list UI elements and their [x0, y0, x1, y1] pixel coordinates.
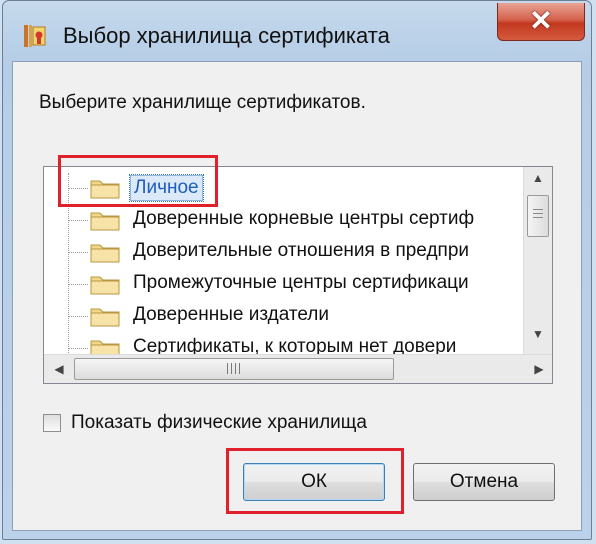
vertical-scrollbar[interactable]: ▲ ▼ — [523, 167, 552, 357]
dialog-content: Выберите хранилище сертификатов. Личное … — [12, 61, 582, 531]
vertical-scroll-thumb[interactable] — [527, 195, 549, 237]
scroll-left-arrow-icon[interactable]: ◀ — [46, 355, 72, 383]
close-button[interactable]: ✕ — [497, 3, 585, 41]
scroll-right-arrow-icon[interactable]: ▶ — [526, 355, 552, 383]
folder-icon — [90, 212, 120, 231]
title-bar[interactable]: Выбор хранилища сертификата ✕ — [3, 1, 591, 61]
horizontal-scroll-thumb[interactable] — [74, 358, 394, 380]
cancel-button[interactable]: Отмена — [413, 463, 555, 501]
close-icon: ✕ — [529, 5, 553, 36]
tree-item-label: Доверенные корневые центры сертиф — [133, 208, 475, 229]
tree-item-label: Доверенные издатели — [133, 304, 329, 325]
tree-item-label: Доверительные отношения в предпри — [133, 240, 470, 261]
horizontal-scrollbar[interactable]: ◀ ▶ — [44, 354, 552, 383]
checkbox-label: Показать физические хранилища — [71, 412, 367, 433]
tree-item-label: Личное — [129, 174, 204, 202]
folder-icon — [90, 180, 120, 199]
dialog-window: Выбор хранилища сертификата ✕ Выберите х… — [2, 0, 592, 540]
instruction-text: Выберите хранилище сертификатов. — [39, 92, 366, 113]
folder-icon — [90, 308, 120, 327]
show-physical-stores-checkbox[interactable] — [43, 414, 61, 432]
folder-icon — [90, 244, 120, 263]
folder-icon — [90, 276, 120, 295]
store-tree-view[interactable]: Личное Доверенные корневые центры сертиф… — [43, 166, 553, 384]
scroll-down-arrow-icon[interactable]: ▼ — [524, 323, 552, 345]
window-title: Выбор хранилища сертификата — [63, 23, 390, 48]
certificate-app-icon — [24, 25, 46, 47]
tree-item-label: Промежуточные центры сертификаци — [133, 272, 469, 293]
scroll-up-arrow-icon[interactable]: ▲ — [524, 167, 552, 189]
ok-button[interactable]: ОК — [243, 463, 385, 501]
tree-lines — [68, 173, 109, 363]
